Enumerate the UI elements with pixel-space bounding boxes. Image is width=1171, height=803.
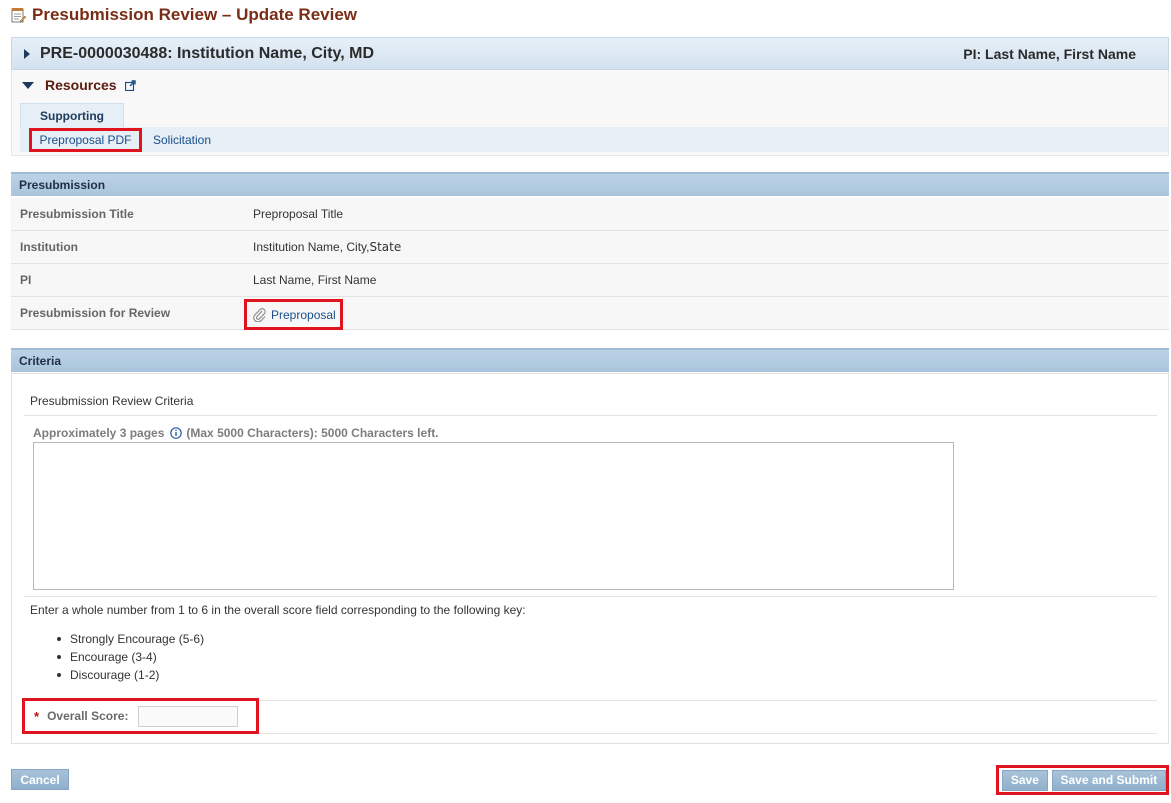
proposal-id: PRE-0000030488: Institution Name, City, …	[40, 44, 375, 62]
divider	[24, 415, 1157, 416]
expand-arrow-icon[interactable]	[24, 48, 30, 59]
highlight-box: Preproposal PDF	[29, 128, 142, 152]
external-link-icon[interactable]	[124, 79, 136, 91]
score-key-list: Strongly Encourage (5-6) Encourage (3-4)…	[56, 630, 205, 684]
criteria-instructions: Approximately 3 pages (Max 5000 Characte…	[33, 426, 439, 440]
save-button[interactable]: Save	[1002, 769, 1048, 791]
table-row: Presubmission Title Preproposal Title	[11, 198, 1169, 231]
required-asterisk: *	[34, 708, 40, 724]
row-label: Institution	[20, 240, 78, 254]
highlight-box: Preproposal	[244, 299, 343, 330]
overall-score-label: Overall Score:	[47, 709, 129, 723]
presubmission-header: Presubmission	[11, 172, 1169, 196]
criteria-textarea[interactable]	[33, 442, 954, 590]
list-item: Strongly Encourage (5-6)	[56, 632, 205, 646]
approx-prefix: Approximately 3 pages	[33, 426, 165, 440]
proposal-header[interactable]: PRE-0000030488: Institution Name, City, …	[11, 37, 1169, 70]
collapse-arrow-icon[interactable]	[22, 81, 34, 89]
info-icon[interactable]	[170, 427, 183, 439]
row-label: PI	[20, 273, 32, 287]
save-and-submit-button[interactable]: Save and Submit	[1051, 769, 1166, 791]
overall-score-row: * Overall Score:	[22, 698, 259, 734]
table-row: PI Last Name, First Name	[11, 264, 1169, 297]
row-value	[243, 297, 1169, 329]
criteria-header: Criteria	[11, 348, 1169, 372]
institution-value: Institution Name, City,	[253, 240, 370, 254]
page-header: Presubmission Review – Update Review	[10, 5, 357, 25]
criteria-title: Presubmission Review Criteria	[30, 394, 194, 408]
preproposal-link[interactable]: Preproposal	[271, 308, 336, 322]
divider	[24, 596, 1157, 597]
approx-suffix: (Max 5000 Characters): 5000 Characters l…	[186, 426, 439, 440]
page-title: Presubmission Review – Update Review	[32, 5, 358, 24]
tab-supporting[interactable]: Supporting	[20, 103, 124, 127]
presubmission-table: Presubmission Title Preproposal Title In…	[11, 198, 1169, 330]
highlight-box: Save Save and Submit	[996, 765, 1169, 795]
solicitation-link[interactable]: Solicitation	[153, 133, 211, 147]
resources-label: Resources	[45, 77, 117, 93]
overall-score-input[interactable]	[138, 705, 239, 727]
list-item: Encourage (3-4)	[56, 648, 204, 666]
row-label: Presubmission for Review	[20, 306, 171, 320]
notepad-icon	[11, 8, 26, 23]
score-key-intro: Enter a whole number from 1 to 6 in the …	[30, 603, 526, 617]
solicitation-tab[interactable]: Solicitation	[153, 131, 211, 149]
row-value: Institution Name, City, State	[243, 231, 1169, 263]
institution-state: State	[369, 240, 402, 254]
row-value: Last Name, First Name	[253, 273, 377, 287]
table-row: Institution Institution Name, City, State	[11, 231, 1169, 264]
row-value: Preproposal Title	[253, 207, 344, 221]
list-item: Discourage (1-2)	[56, 666, 204, 684]
proposal-pi: PI: Last Name, First Name	[963, 45, 1136, 62]
resources-toggle[interactable]: Resources	[22, 77, 136, 93]
row-label: Presubmission Title	[20, 207, 134, 221]
paperclip-icon	[253, 307, 266, 322]
preproposal-pdf-link[interactable]: Preproposal PDF	[39, 133, 131, 147]
table-row: Presubmission for Review	[11, 297, 1169, 330]
cancel-button[interactable]: Cancel	[11, 769, 69, 790]
